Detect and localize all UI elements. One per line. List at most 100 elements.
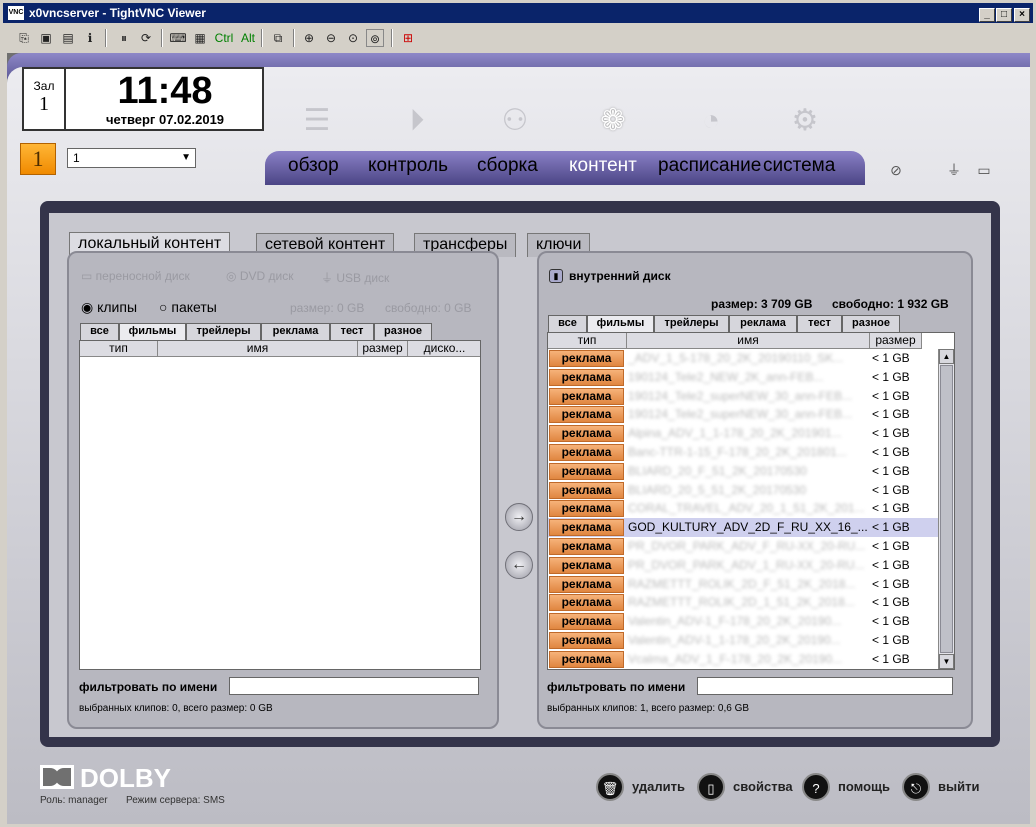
table-row[interactable]: реклама BLIARD_20_5_51_2K_20170530 < 1 GB: [548, 481, 938, 500]
subtab-all[interactable]: все: [80, 323, 119, 340]
col-size[interactable]: размер: [870, 333, 922, 349]
subtab-all[interactable]: все: [548, 315, 587, 332]
refresh-icon[interactable]: ⟳: [137, 29, 155, 47]
start-menu-icon[interactable]: ▦: [191, 29, 209, 47]
tab-assembly[interactable]: сборка: [477, 155, 538, 177]
table-row[interactable]: реклама 190124_Tele2_superNEW_30_ann-FEB.…: [548, 387, 938, 406]
table-row[interactable]: реклама 190124_Tele2_superNEW_30_ann-FEB.…: [548, 405, 938, 424]
table-row[interactable]: реклама RAZMETTT_ROLIK_2D_F_51_2K_2018...…: [548, 575, 938, 594]
radio-packages-label: пакеты: [171, 299, 217, 315]
radio-clips[interactable]: ◉ клипы: [81, 299, 137, 316]
dvd-disk-option[interactable]: ◎ DVD диск: [226, 269, 293, 283]
table-row[interactable]: реклама Banc-TTR-1-15_F-178_20_2K_201801.…: [548, 443, 938, 462]
table-row[interactable]: реклама Vcalma_ADV_1_F-178_20_2K_20190...…: [548, 650, 938, 669]
table-row[interactable]: реклама GOD_KULTURY_ADV_2D_F_RU_XX_16_...…: [548, 518, 938, 538]
ctrl-alt-del-icon[interactable]: ⌨: [169, 29, 187, 47]
save-icon[interactable]: ▣: [37, 29, 55, 47]
zoom-100-icon[interactable]: ⊙: [344, 29, 362, 47]
options-icon[interactable]: ▤: [59, 29, 77, 47]
tab-system[interactable]: система: [763, 155, 835, 177]
network-icon[interactable]: ▭: [975, 161, 993, 179]
hall-badge[interactable]: 1: [20, 143, 56, 175]
pause-icon[interactable]: ⏸: [115, 29, 133, 47]
delete-label: удалить: [632, 779, 685, 794]
clipboard-icon[interactable]: ⧉: [269, 29, 287, 47]
col-type[interactable]: тип: [80, 341, 158, 357]
table-row[interactable]: реклама PR_DVOR_PARK_ADV_F_RU-XX_20-RU...…: [548, 537, 938, 556]
radio-packages[interactable]: ○ пакеты: [159, 299, 217, 315]
subtab-trailers[interactable]: трейлеры: [654, 315, 729, 332]
right-clip-list[interactable]: тип имя размер реклама _ADV_1_5-178_20_2K…: [547, 332, 955, 670]
subtab-trailers[interactable]: трейлеры: [186, 323, 261, 340]
fullscreen-icon[interactable]: ⊞: [399, 29, 417, 47]
tab-schedule[interactable]: расписание: [658, 155, 761, 177]
right-filter-label: фильтровать по имени: [547, 680, 686, 694]
clip-name: 190124_Tele2_NEW_2K_ann-FEB...: [628, 369, 824, 384]
subtab-test[interactable]: тест: [330, 323, 374, 340]
zoom-auto-icon[interactable]: ⊚: [366, 29, 384, 47]
col-name[interactable]: имя: [627, 333, 870, 349]
clip-name: 190124_Tele2_superNEW_30_ann-FEB...: [628, 407, 853, 422]
nav-icons: ☰ ⏵ ⚇ ❁ ◔ ⚙: [297, 101, 837, 141]
window-titlebar: VNC x0vncserver - TightVNC Viewer _ □ ×: [3, 3, 1033, 23]
zoom-in-icon[interactable]: ⊕: [300, 29, 318, 47]
zoom-out-icon[interactable]: ⊖: [322, 29, 340, 47]
copy-left-arrow-icon[interactable]: ←: [505, 551, 533, 579]
table-row[interactable]: реклама Alpina_ADV_1_1-178_20_2K_201901..…: [548, 424, 938, 443]
table-row[interactable]: реклама PR_DVOR_PARK_ADV_1_RU-XX_20-RU...…: [548, 556, 938, 575]
subtab-films[interactable]: фильмы: [587, 315, 654, 332]
right-list-scrollbar[interactable]: ▲ ▼: [938, 349, 954, 669]
subtab-misc[interactable]: разное: [842, 315, 900, 332]
left-clip-list[interactable]: тип имя размер диско...: [79, 340, 481, 670]
info-icon[interactable]: ℹ: [81, 29, 99, 47]
table-row[interactable]: реклама RAZMETTT_ROLIK_2D_1_51_2K_2018...…: [548, 593, 938, 612]
scroll-up-icon[interactable]: ▲: [939, 349, 954, 364]
table-row[interactable]: реклама _ADV_1_5-178_20_2K_20190110_SK...…: [548, 349, 938, 368]
minimize-button[interactable]: _: [979, 8, 995, 22]
scroll-down-icon[interactable]: ▼: [939, 654, 954, 669]
subtab-ads[interactable]: реклама: [261, 323, 330, 340]
local-source-panel: ▭ переносной диск ◎ DVD диск ⏚ USB диск …: [67, 251, 499, 729]
overview-icon[interactable]: ☰: [297, 101, 337, 141]
subtab-ads[interactable]: реклама: [729, 315, 797, 332]
type-badge: реклама: [549, 556, 624, 574]
subtab-misc[interactable]: разное: [374, 323, 432, 340]
system-icon[interactable]: ⚙: [785, 101, 825, 141]
col-disk[interactable]: диско...: [408, 341, 480, 357]
copy-right-arrow-icon[interactable]: →: [505, 503, 533, 531]
clip-name: GOD_KULTURY_ADV_2D_F_RU_XX_16_...: [628, 520, 868, 535]
schedule-icon[interactable]: ◔: [691, 101, 731, 141]
right-free: свободно: 1 932 GB: [832, 297, 949, 311]
assembly-icon[interactable]: ⚇: [495, 101, 535, 141]
maximize-button[interactable]: □: [996, 8, 1012, 22]
col-size[interactable]: размер: [358, 341, 408, 357]
tab-overview[interactable]: обзор: [288, 155, 339, 177]
table-row[interactable]: реклама CORAL_TRAVEL_ADV_20_1_51_2K_201..…: [548, 499, 938, 518]
close-button[interactable]: ×: [1014, 8, 1030, 22]
usb-disk-option[interactable]: ⏚ USB диск: [321, 269, 389, 286]
removable-disk-option[interactable]: ▭ переносной диск: [81, 269, 190, 283]
col-name[interactable]: имя: [158, 341, 358, 357]
tab-content[interactable]: контент: [569, 155, 637, 177]
subtab-films[interactable]: фильмы: [119, 323, 186, 340]
scroll-thumb[interactable]: [940, 365, 953, 653]
tab-control[interactable]: контроль: [368, 155, 448, 177]
clip-name: Alpina_ADV_1_1-178_20_2K_201901...: [628, 426, 842, 441]
table-row[interactable]: реклама Valentin_ADV-1_1-178_20_2K_20190.…: [548, 631, 938, 650]
control-icon[interactable]: ⏵: [397, 101, 437, 141]
new-connection-icon[interactable]: ⎘: [15, 29, 33, 47]
right-filter-input[interactable]: [697, 677, 953, 695]
usb-icon[interactable]: ⏚: [945, 161, 963, 179]
type-badge: реклама: [549, 406, 624, 424]
table-row[interactable]: реклама 190124_Tele2_NEW_2K_ann-FEB... < 1…: [548, 368, 938, 387]
table-row[interactable]: реклама BLIARD_20_F_51_2K_20170530 < 1 GB: [548, 462, 938, 481]
table-row[interactable]: реклама Valentin_ADV-1_F-178_20_2K_20190.…: [548, 612, 938, 631]
alt-key-button[interactable]: Alt: [239, 29, 257, 47]
content-icon[interactable]: ❁: [593, 101, 633, 141]
ctrl-key-button[interactable]: Ctrl: [213, 29, 235, 47]
alert-icon[interactable]: ⊘: [887, 161, 905, 179]
subtab-test[interactable]: тест: [797, 315, 842, 332]
col-type[interactable]: тип: [548, 333, 627, 349]
hall-select[interactable]: 1 ▼: [67, 148, 196, 168]
left-filter-input[interactable]: [229, 677, 479, 695]
